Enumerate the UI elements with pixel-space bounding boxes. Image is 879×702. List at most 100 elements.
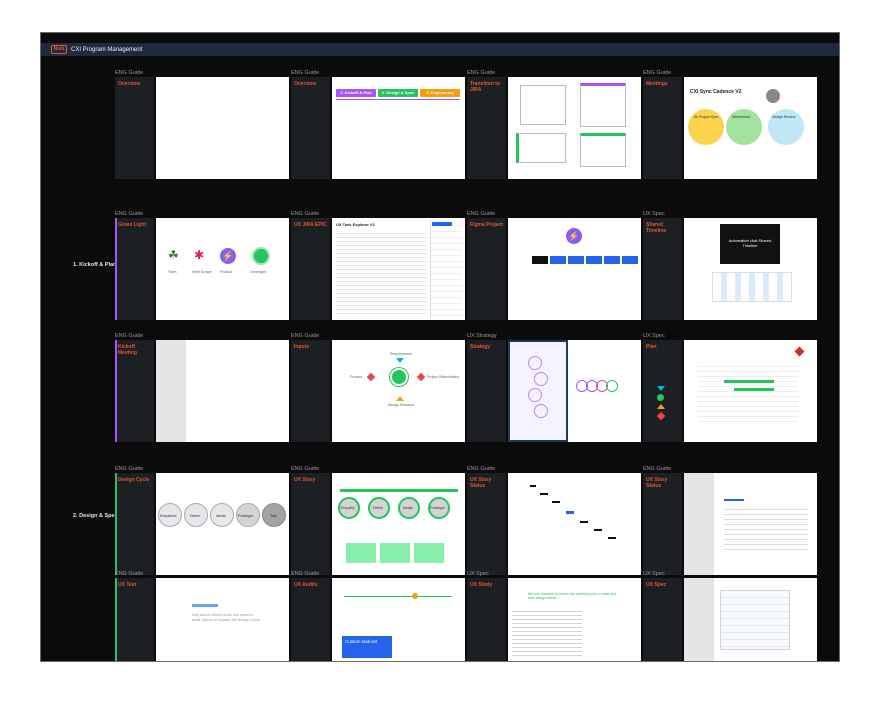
slide-thumbnail[interactable]: UX Task Explorer V1 bbox=[332, 218, 465, 320]
card-overview-2[interactable]: ENG Guide Overview 1. Kickoff & Plan 2. … bbox=[291, 70, 465, 179]
card-strip: UX Story Status bbox=[467, 473, 506, 575]
timeline-hero: Automation Hub Shared Timeline bbox=[720, 224, 780, 264]
story-lanes bbox=[346, 543, 446, 563]
arrow-down-icon bbox=[657, 386, 665, 391]
app-header: Nuix CXI Program Management bbox=[41, 43, 839, 56]
slide-thumbnail[interactable] bbox=[156, 340, 289, 442]
step-label: Prototype bbox=[430, 506, 445, 510]
slide-thumbnail[interactable] bbox=[508, 77, 641, 179]
card-title: Overview bbox=[118, 81, 141, 87]
slide-thumbnail[interactable]: ⚡ bbox=[508, 218, 641, 320]
slide-thumbnail[interactable] bbox=[156, 77, 289, 179]
gantt-bar bbox=[724, 380, 774, 383]
card-title: Meetings bbox=[646, 81, 668, 87]
slide-thumbnail[interactable]: Custom task set bbox=[332, 578, 465, 661]
card-group: ENG Guide bbox=[115, 466, 144, 472]
input-label: Requirements bbox=[390, 352, 412, 356]
cycle-step: Ideate bbox=[210, 503, 234, 527]
card-ux-story-status-2[interactable]: ENG Guide UX Story Status bbox=[643, 466, 817, 575]
diamond-icon bbox=[794, 346, 805, 357]
card-inputs[interactable]: ENG Guide Inputs Requirements Product Pr… bbox=[291, 333, 465, 442]
card-strip: Shared Timeline bbox=[643, 218, 682, 320]
diagram-box bbox=[516, 133, 566, 163]
card-meetings[interactable]: ENG Guide Meetings CXI Sync Cadence V2 A… bbox=[643, 70, 817, 179]
nuix-logo[interactable]: Nuix bbox=[51, 45, 67, 54]
card-design-cycle[interactable]: ENG Guide Design Cycle Empathize Define … bbox=[115, 466, 289, 575]
slide-thumbnail[interactable]: Any action which does not result in draf… bbox=[156, 578, 289, 661]
card-overview[interactable]: ENG Guide Overview bbox=[115, 70, 289, 179]
custom-task-button[interactable]: Custom task set bbox=[342, 636, 392, 658]
loop bbox=[534, 404, 548, 418]
bubble: Design Review bbox=[768, 109, 804, 145]
ring bbox=[606, 380, 618, 392]
flow-box bbox=[604, 256, 620, 264]
card-ux-story[interactable]: ENG Guide UX Story Empathy Define Ideate… bbox=[291, 466, 465, 575]
card-strip: Transition to JIRA bbox=[467, 77, 506, 179]
slide-thumbnail[interactable]: ☘ ✱ ⚡ Team Meet Scrape Product Greenligh… bbox=[156, 218, 289, 320]
slide-thumbnail[interactable]: Requirements Product Project Stakeholder… bbox=[332, 340, 465, 442]
phase-bar bbox=[115, 340, 117, 442]
card-strip: Green Light bbox=[115, 218, 154, 320]
gantt-grid bbox=[698, 362, 798, 422]
diamond-icon bbox=[416, 372, 426, 382]
phase-bar bbox=[115, 473, 117, 575]
card-ux-audits[interactable]: ENG Guide UX Audits Custom task set bbox=[291, 571, 465, 661]
phase-bar bbox=[115, 218, 117, 320]
card-figma-project[interactable]: ENG Guide Figma Project ⚡ bbox=[467, 211, 641, 320]
slide-thumbnail[interactable]: Empathize Define Ideate Prototype Test bbox=[156, 473, 289, 575]
slide-thumbnail[interactable]: Empathy Define Ideate Prototype bbox=[332, 473, 465, 575]
bubble-label: Whiteboard bbox=[732, 115, 750, 119]
card-strategy[interactable]: UX Strategy Strategy bbox=[467, 333, 641, 442]
slide-thumbnail[interactable]: 1. Kickoff & Plan 2. Design & Spec 3. En… bbox=[332, 77, 465, 179]
card-ux-story-status[interactable]: ENG Guide UX Story Status bbox=[467, 466, 641, 575]
status-step bbox=[580, 521, 588, 523]
audit-dot bbox=[412, 593, 418, 599]
divider bbox=[336, 99, 460, 100]
card-strip: Figma Project bbox=[467, 218, 506, 320]
study-list bbox=[512, 608, 582, 658]
study-text: We use research to inform the workflow p… bbox=[528, 592, 616, 600]
card-ux-study[interactable]: UX Spec UX Study We use research to info… bbox=[467, 571, 641, 661]
card-ux-test[interactable]: ENG Guide UX Test Any action which does … bbox=[115, 571, 289, 661]
card-strip: Strategy bbox=[467, 340, 506, 442]
card-title: Kickoff Meeting bbox=[118, 344, 137, 356]
input-label: Design Sessions bbox=[388, 403, 415, 407]
slide-thumbnail[interactable] bbox=[684, 473, 817, 575]
card-transition-jira[interactable]: ENG Guide Transition to JIRA bbox=[467, 70, 641, 179]
slide-panel bbox=[684, 578, 714, 661]
test-bar bbox=[192, 604, 218, 607]
input-label: Product bbox=[350, 375, 363, 379]
slide-thumbnail[interactable]: CXI Sync Cadence V2 All Project Sync Whi… bbox=[684, 77, 817, 179]
strategy-panel bbox=[508, 340, 568, 442]
step-label: Prototype bbox=[238, 514, 253, 518]
diagram-box bbox=[580, 83, 626, 127]
card-group: ENG Guide bbox=[467, 466, 496, 472]
card-strip: Design Cycle bbox=[115, 473, 154, 575]
card-green-light[interactable]: ENG Guide Green Light ☘ ✱ ⚡ Team Meet Sc… bbox=[115, 211, 289, 320]
card-title: UX Test bbox=[118, 582, 137, 588]
slack-icon: ✱ bbox=[194, 248, 205, 262]
phase-tab-design: 2. Design & Spec bbox=[378, 89, 418, 97]
slide-thumbnail[interactable] bbox=[508, 340, 641, 442]
input-label: Project Stakeholders bbox=[427, 375, 460, 379]
card-title: Inputs bbox=[294, 344, 309, 350]
card-jira-epic[interactable]: ENG Guide UX JIRA EPIC UX Task Explorer … bbox=[291, 211, 465, 320]
card-group: UX Strategy bbox=[467, 333, 497, 339]
slide-thumbnail[interactable]: We use research to inform the workflow p… bbox=[508, 578, 641, 661]
card-group: ENG Guide bbox=[115, 571, 144, 577]
slide-thumbnail[interactable]: Automation Hub Shared Timeline bbox=[684, 218, 817, 320]
card-group: ENG Guide bbox=[291, 466, 320, 472]
slide-thumbnail[interactable] bbox=[684, 340, 817, 442]
card-ux-spec[interactable]: UX Spec UX Spec bbox=[643, 571, 817, 661]
card-shared-timeline[interactable]: UX Spec Shared Timeline Automation Hub S… bbox=[643, 211, 817, 320]
card-title: UX Audits bbox=[294, 582, 318, 588]
card-title: Design Cycle bbox=[118, 477, 150, 483]
card-plan[interactable]: UX Spec Plan bbox=[643, 333, 817, 442]
jira-title: UX Task Explorer V1 bbox=[336, 222, 375, 227]
card-title: UX Story Status bbox=[470, 477, 492, 489]
slide-thumbnail[interactable] bbox=[684, 578, 817, 661]
slide-thumbnail[interactable] bbox=[508, 473, 641, 575]
card-kickoff-meeting[interactable]: ENG Guide Kickoff Meeting bbox=[115, 333, 289, 442]
jira-button bbox=[432, 222, 452, 226]
label: Greenlight bbox=[250, 270, 267, 274]
